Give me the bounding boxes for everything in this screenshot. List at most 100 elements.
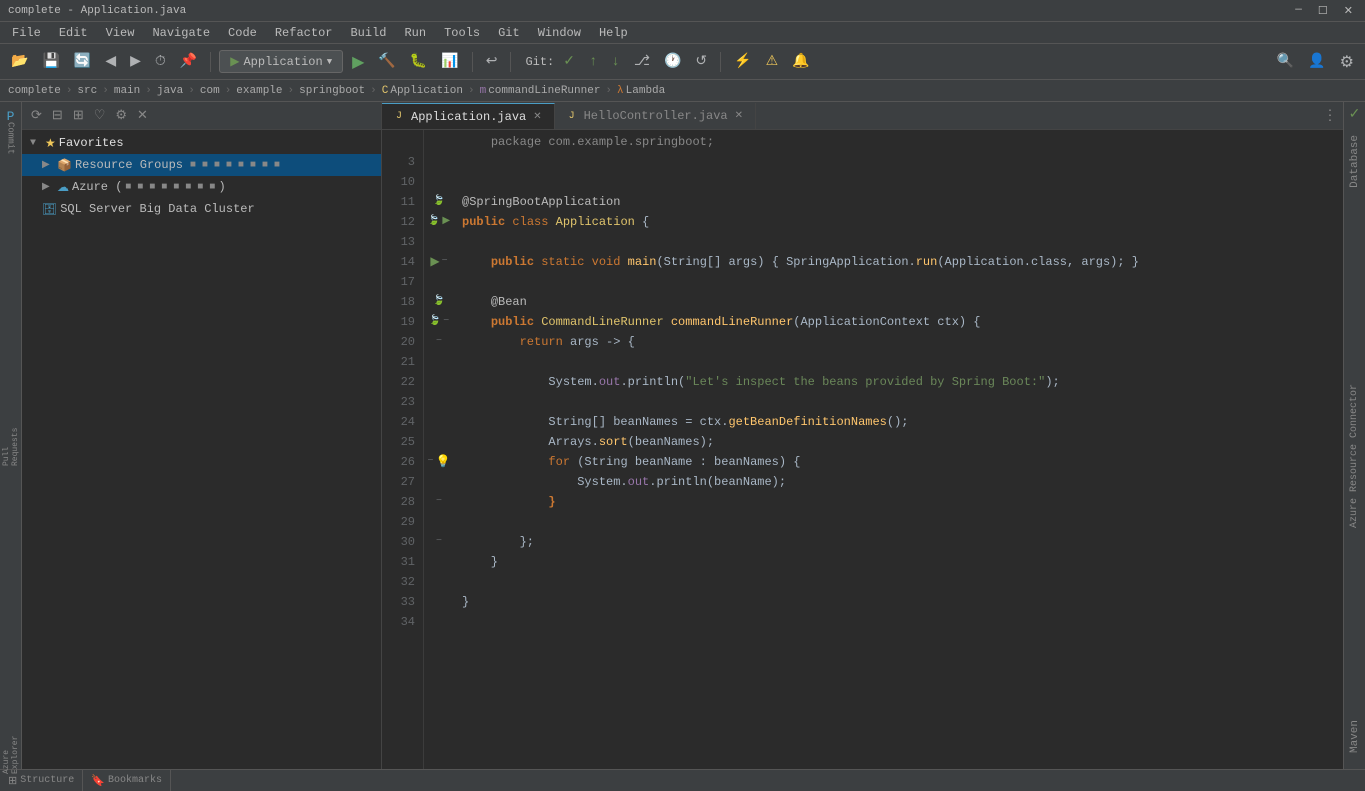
sep1: › xyxy=(66,85,73,97)
proj-sync-btn[interactable]: ⟳ xyxy=(28,106,45,125)
debug-button[interactable]: 🐛 xyxy=(405,50,432,73)
git-revert-btn[interactable]: ↺ xyxy=(690,50,712,73)
menu-build[interactable]: Build xyxy=(342,24,394,42)
tree-sql[interactable]: 🗄 SQL Server Big Data Cluster xyxy=(22,198,381,220)
inspect-btn[interactable]: ⚡ xyxy=(729,50,756,73)
database-panel-btn[interactable]: Database xyxy=(1345,127,1365,200)
git-pull-btn[interactable]: ↓ xyxy=(606,51,624,73)
tree-favorites[interactable]: ▼ ★ Favorites xyxy=(22,132,381,154)
hello-controller-tab-close[interactable]: ✕ xyxy=(733,110,745,122)
menu-git[interactable]: Git xyxy=(490,24,528,42)
toolbar-back-btn[interactable]: ◀ xyxy=(100,50,121,73)
breadcrumb-java[interactable]: java xyxy=(157,85,183,97)
code-content[interactable]: package com.example.springboot; @SpringB… xyxy=(454,130,1343,769)
run-icon-18[interactable]: 🍃 xyxy=(433,292,445,312)
breadcrumb-commandlinerunner[interactable]: commandLineRunner xyxy=(488,85,600,97)
run-icon-11[interactable]: 🍃 xyxy=(433,192,445,212)
breadcrumb-main[interactable]: main xyxy=(114,85,140,97)
fold-28[interactable]: − xyxy=(436,492,442,512)
breadcrumb-springboot[interactable]: springboot xyxy=(299,85,365,97)
proj-close-btn[interactable]: ✕ xyxy=(134,106,151,125)
search-everywhere-btn[interactable]: 🔍 xyxy=(1272,50,1299,73)
git-branch-btn[interactable]: ⎇ xyxy=(629,50,655,73)
breadcrumb-src[interactable]: src xyxy=(77,85,97,97)
proj-filter-btn[interactable]: ⊟ xyxy=(49,106,66,125)
toolbar-nav-btn[interactable]: 📌 xyxy=(175,50,202,73)
hello-controller-tab-label: HelloController.java xyxy=(584,109,728,123)
menu-edit[interactable]: Edit xyxy=(51,24,96,42)
toolbar-open-btn[interactable]: 📂 xyxy=(6,50,33,73)
warning-26[interactable]: 💡 xyxy=(436,452,451,472)
menu-view[interactable]: View xyxy=(98,24,143,42)
fold-20[interactable]: − xyxy=(436,332,442,352)
code-editor: 3 10 11 12 13 14 17 18 19 20 21 22 23 24… xyxy=(382,130,1343,769)
indent-31: } xyxy=(462,552,498,572)
git-history-btn[interactable]: 🕐 xyxy=(659,50,686,73)
tab-application-java[interactable]: J Application.java ✕ xyxy=(382,103,555,129)
revert-button[interactable]: ↩ xyxy=(481,50,503,73)
menu-tools[interactable]: Tools xyxy=(436,24,488,42)
breadcrumb-application[interactable]: Application xyxy=(390,85,463,97)
tab-hello-controller[interactable]: J HelloController.java ✕ xyxy=(555,103,756,129)
menu-file[interactable]: File xyxy=(4,24,49,42)
azure-explorer-icon[interactable]: Azure Explorer xyxy=(1,745,21,765)
toolbar-sync-btn[interactable]: 🔄 xyxy=(69,50,96,73)
commit-sidebar-icon[interactable]: Commit xyxy=(1,128,21,148)
menu-code[interactable]: Code xyxy=(220,24,265,42)
tree-resource-groups[interactable]: ▶ 📦 Resource Groups ■ ■ ■ ■ ■ ■ ■ ■ xyxy=(22,154,381,176)
run-btn-12[interactable]: ▶ xyxy=(442,212,450,232)
pull-requests-icon[interactable]: Pull Requests xyxy=(1,437,21,457)
bookmarks-btn[interactable]: 🔖 Bookmarks xyxy=(83,770,171,791)
run-icon-12[interactable]: 🍃 xyxy=(428,212,440,232)
application-java-tab-close[interactable]: ✕ xyxy=(531,111,543,123)
proj-expand-btn[interactable]: ⊞ xyxy=(70,106,87,125)
maven-panel-btn[interactable]: Maven xyxy=(1345,712,1365,765)
classname-app: Application xyxy=(556,212,635,232)
azure-icon: ☁ xyxy=(57,180,69,195)
toolbar-save-btn[interactable]: 💾 xyxy=(37,50,64,73)
proj-bookmark-btn[interactable]: ♡ xyxy=(91,106,109,125)
build-button[interactable]: 🔨 xyxy=(373,50,400,73)
azure-connector-btn[interactable]: Azure Resource Connector xyxy=(1346,378,1363,534)
toolbar-recent-btn[interactable]: ⏱ xyxy=(150,51,171,73)
pkg-keyword xyxy=(462,132,491,152)
fold-26[interactable]: − xyxy=(428,452,434,472)
git-check-btn[interactable]: ✓ xyxy=(558,50,580,73)
menu-refactor[interactable]: Refactor xyxy=(267,24,341,42)
user-icon-btn[interactable]: 👤 xyxy=(1303,50,1330,73)
menu-help[interactable]: Help xyxy=(591,24,636,42)
breadcrumb-complete[interactable]: complete xyxy=(8,85,61,97)
favorites-arrow: ▼ xyxy=(30,138,42,149)
code-line-3 xyxy=(454,152,1343,172)
structure-btn[interactable]: ⊞ Structure xyxy=(0,770,83,791)
string-22: "Let's inspect the beans provided by Spr… xyxy=(685,372,1045,392)
alert-btn[interactable]: 🔔 xyxy=(787,50,814,73)
fold-14[interactable]: − xyxy=(442,252,448,272)
fold-30[interactable]: − xyxy=(436,532,442,552)
maximize-button[interactable]: ☐ xyxy=(1314,4,1332,18)
analyze-btn[interactable]: ⚠ xyxy=(761,50,784,73)
profile-button[interactable]: 📊 xyxy=(436,50,463,73)
fold-19[interactable]: − xyxy=(443,312,449,332)
menu-window[interactable]: Window xyxy=(530,24,589,42)
method-run: run xyxy=(916,252,938,272)
menu-navigate[interactable]: Navigate xyxy=(144,24,218,42)
settings-gear-btn[interactable]: ⚙ xyxy=(1335,49,1359,75)
breadcrumb-example[interactable]: example xyxy=(236,85,282,97)
line-numbers: 3 10 11 12 13 14 17 18 19 20 21 22 23 24… xyxy=(382,130,424,769)
indent-20 xyxy=(462,332,520,352)
git-push-btn[interactable]: ↑ xyxy=(584,51,602,73)
breadcrumb-com[interactable]: com xyxy=(200,85,220,97)
breadcrumb-lambda[interactable]: Lambda xyxy=(626,85,666,97)
run-button[interactable]: ▶ xyxy=(347,49,369,75)
application-dropdown[interactable]: ▶ Application ▼ xyxy=(219,50,343,73)
run-icon-19[interactable]: 🍃 xyxy=(429,312,441,332)
run-icon-14[interactable]: ▶ xyxy=(430,252,439,272)
close-button[interactable]: ✕ xyxy=(1340,4,1357,18)
minimize-button[interactable]: — xyxy=(1291,4,1306,18)
toolbar-forward-btn[interactable]: ▶ xyxy=(125,50,146,73)
proj-settings-btn[interactable]: ⚙ xyxy=(112,106,130,125)
tab-options-btn[interactable]: ⋮ xyxy=(1323,107,1337,124)
tree-azure[interactable]: ▶ ☁ Azure ( ■ ■ ■ ■ ■ ■ ■ ■ ) xyxy=(22,176,381,198)
menu-run[interactable]: Run xyxy=(396,24,434,42)
